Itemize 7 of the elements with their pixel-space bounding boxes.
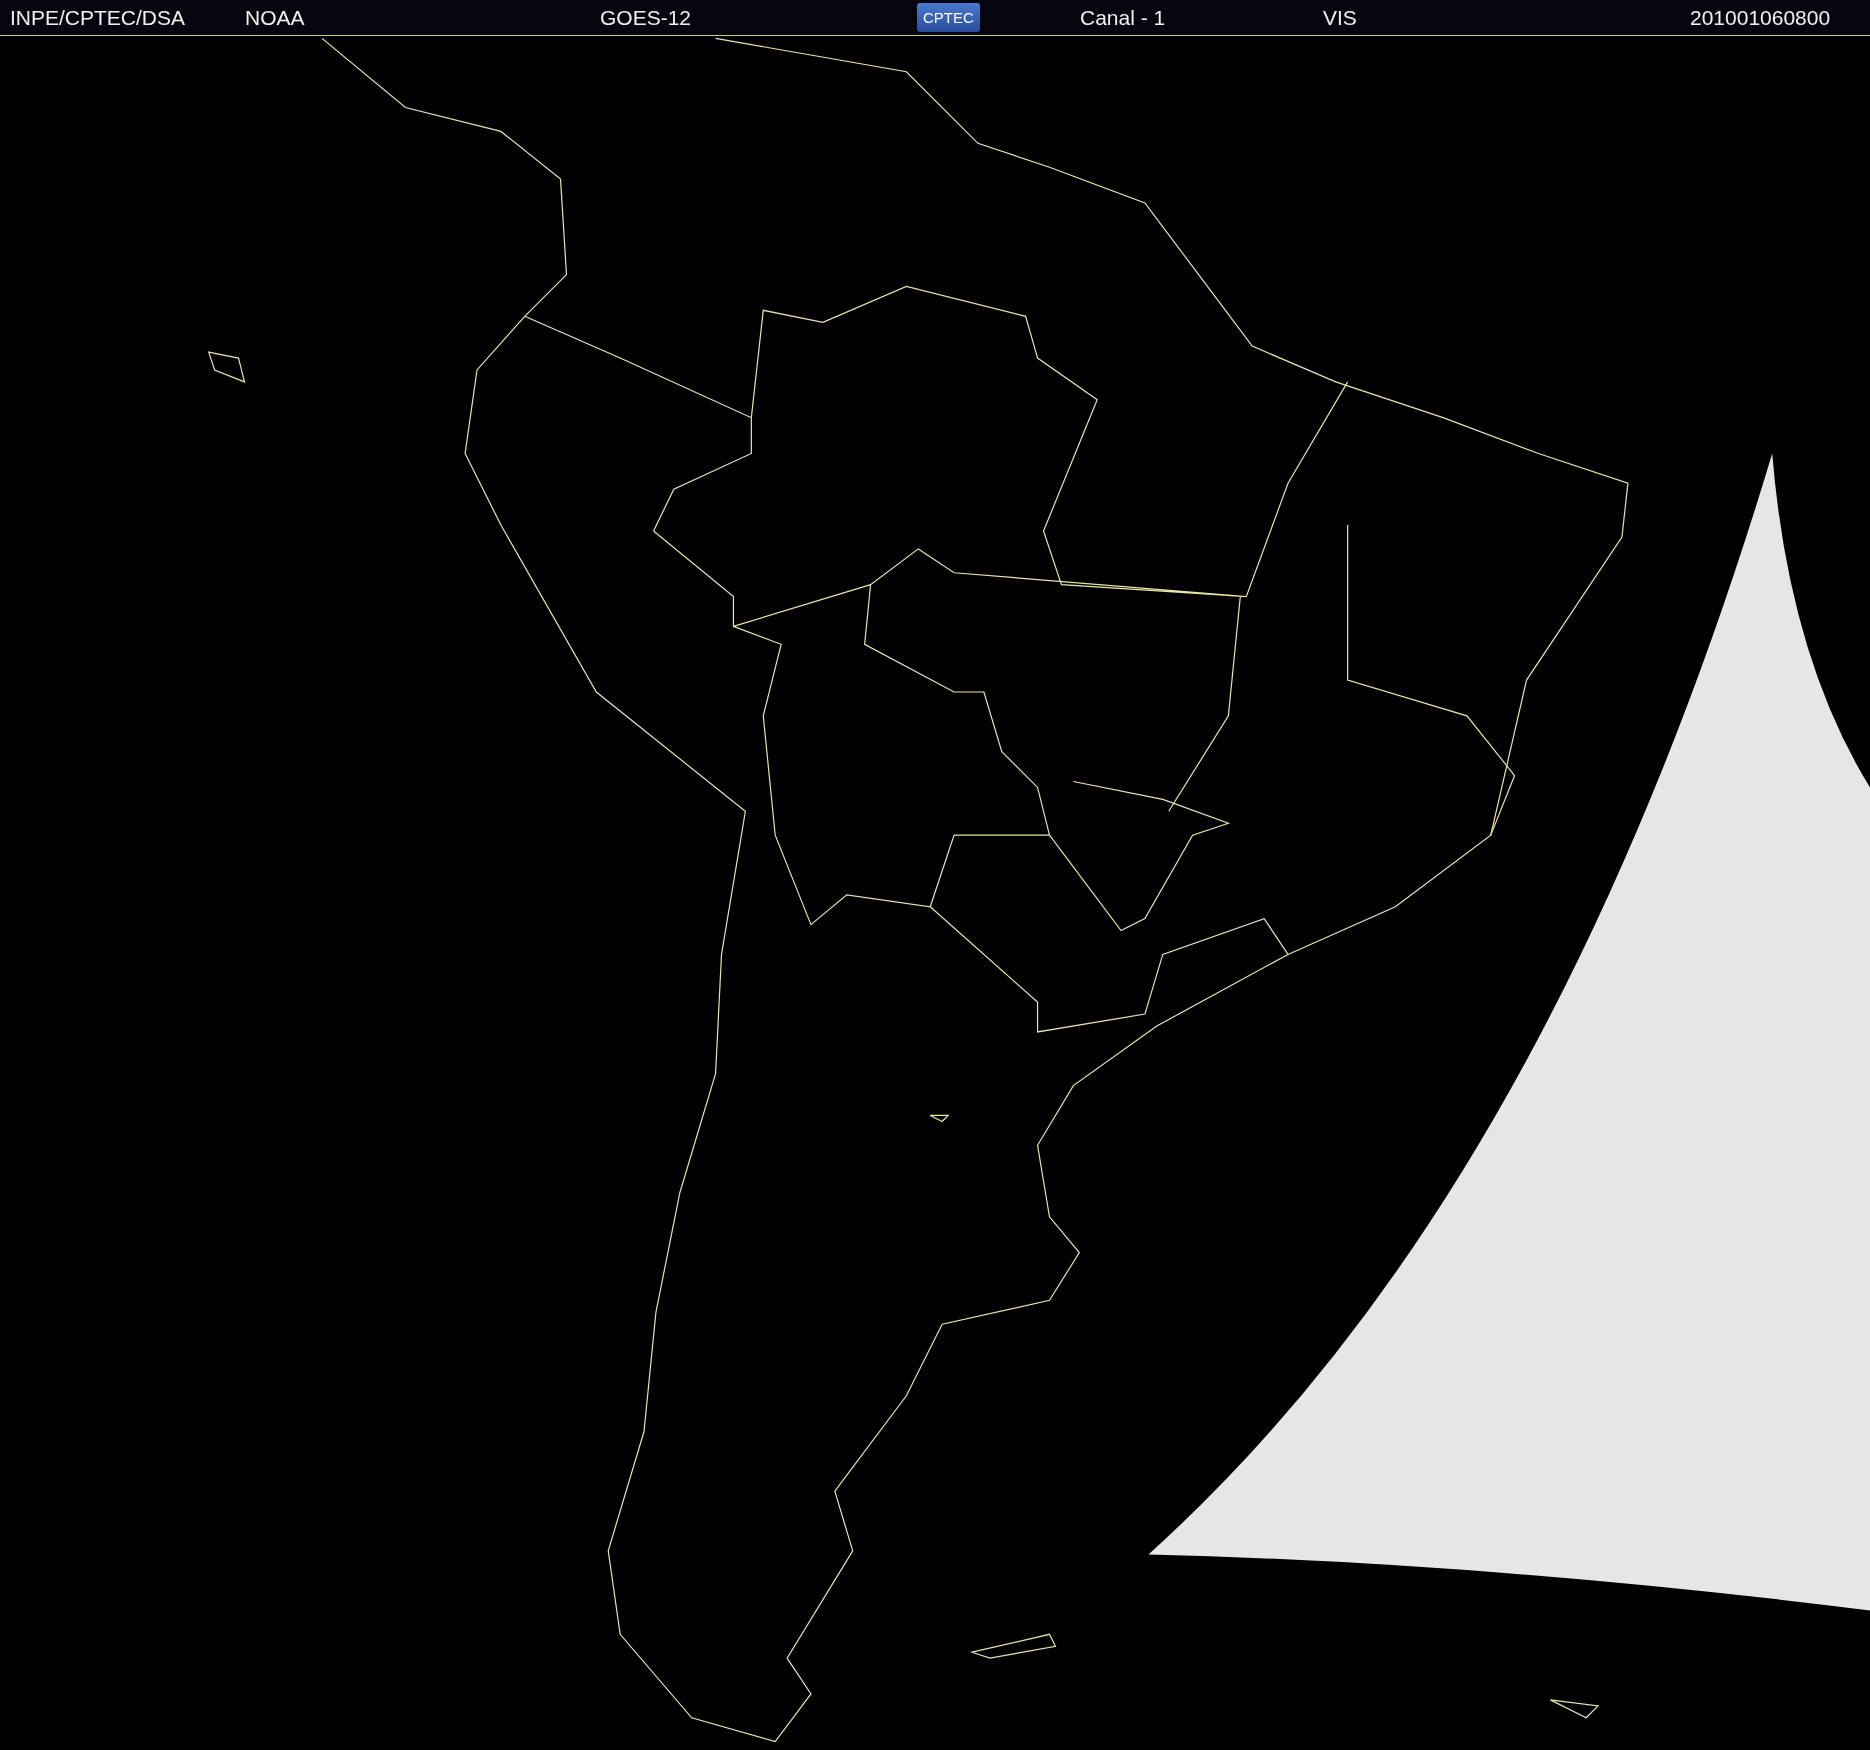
header-label: NOAA [245,5,306,30]
header-label: GOES-12 [600,5,693,30]
logo: CPTEC [917,3,980,32]
header-label: Canal - 1 [1080,5,1167,30]
header-label: INPE/CPTEC/DSA [10,5,187,30]
header-label: 201001060800 [1690,5,1832,30]
header-label: VIS [1323,5,1358,30]
